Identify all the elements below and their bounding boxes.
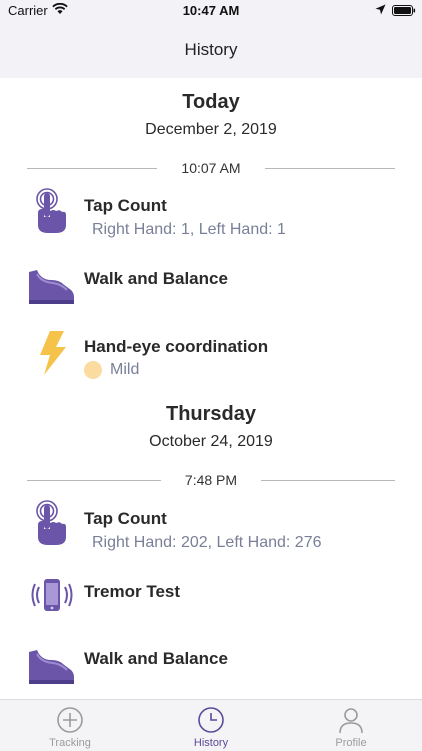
section-date: October 24, 2019 xyxy=(149,433,273,450)
entry-title: Hand-eye coordination xyxy=(84,337,269,356)
section-day-heading: Today xyxy=(182,91,240,113)
person-icon xyxy=(339,708,363,734)
severity-label: Mild xyxy=(110,361,140,378)
entry-title: Tap Count xyxy=(84,196,167,215)
tab-history[interactable]: History xyxy=(161,700,261,751)
entry-title: Walk and Balance xyxy=(84,269,228,288)
entry-title: Tremor Test xyxy=(84,582,181,601)
severity-indicator xyxy=(84,361,102,379)
clock-time: 10:47 AM xyxy=(182,3,240,18)
section-date: December 2, 2019 xyxy=(145,121,277,138)
clock-icon xyxy=(198,707,224,733)
vibrating-phone-icon xyxy=(31,579,73,611)
entry-result: Right Hand: 202, Left Hand: 276 xyxy=(92,534,322,551)
status-bar: Carrier 10:47 AM xyxy=(0,0,422,22)
page-title: History xyxy=(184,40,238,59)
tab-profile[interactable]: Profile xyxy=(301,700,401,751)
plus-circle-icon xyxy=(57,707,83,733)
entry-time: 10:07 AM xyxy=(181,160,241,176)
entry-time: 7:48 PM xyxy=(184,472,238,488)
tap-hand-icon xyxy=(36,188,66,233)
navigation-bar: History xyxy=(0,22,422,78)
tab-tracking[interactable]: Tracking xyxy=(20,700,120,751)
tap-hand-icon xyxy=(36,500,66,545)
location-arrow-icon xyxy=(375,4,386,15)
lightning-icon xyxy=(40,331,66,375)
section-day-heading: Thursday xyxy=(165,403,257,425)
battery-icon xyxy=(392,5,416,16)
entry-result: Right Hand: 1, Left Hand: 1 xyxy=(92,221,286,238)
tab-label: Tracking xyxy=(49,737,91,749)
tab-bar: Tracking History Profile xyxy=(0,699,422,751)
tab-label: Profile xyxy=(335,737,367,749)
shoe-icon xyxy=(29,270,74,304)
entry-title: Tap Count xyxy=(84,509,167,528)
shoe-icon xyxy=(29,650,74,684)
entry-title: Walk and Balance xyxy=(84,649,228,668)
tab-label: History xyxy=(193,737,229,749)
